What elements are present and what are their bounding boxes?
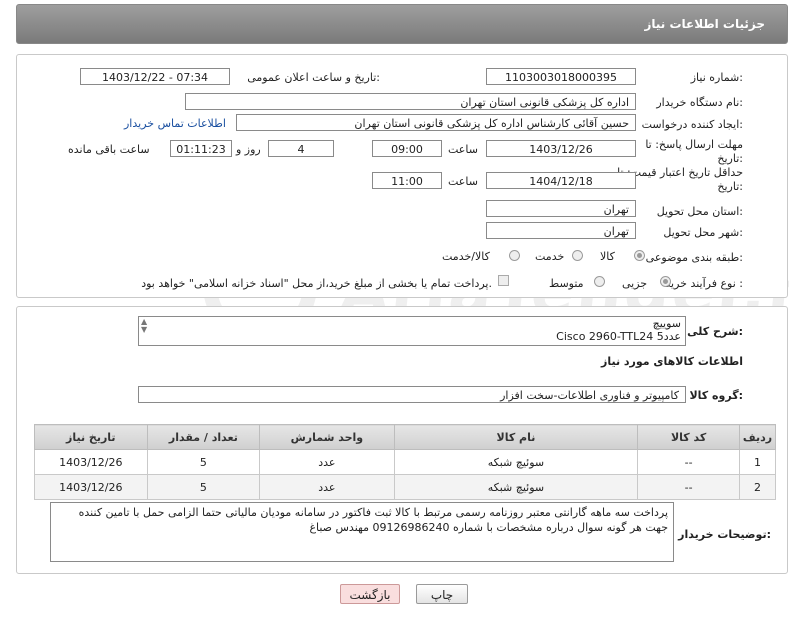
deadline-date-field: 1403/12/26 [486, 140, 636, 157]
col-date-header: تاریخ نیاز [34, 424, 148, 450]
cell-name: سوئیچ شبکه [393, 449, 639, 475]
category-goods-service-label: کالا/خدمت [442, 250, 490, 263]
category-goods-radio[interactable] [634, 250, 645, 261]
category-label: طبقه بندی موضوعی: [645, 251, 743, 264]
price-validity-date-field: 1404/12/18 [486, 172, 636, 189]
treasury-payment-checkbox[interactable] [498, 275, 509, 286]
creator-field: حسین آقائی کارشناس اداره کل پزشکی قانونی… [236, 114, 636, 131]
cell-date: 1403/12/26 [34, 474, 148, 500]
deadline-time-label: ساعت [448, 143, 478, 156]
deadline-time-field: 09:00 [372, 140, 442, 157]
cell-row: 1 [738, 449, 777, 475]
buyer-name-label: نام دستگاه خریدار: [656, 96, 743, 109]
creator-label: ایجاد کننده درخواست: [641, 118, 743, 131]
announce-date-field: 1403/12/22 - 07:34 [80, 68, 230, 85]
goods-section-title: اطلاعات کالاهای مورد نیاز [601, 355, 743, 368]
treasury-payment-note: پرداخت تمام یا بخشی از مبلغ خرید،از محل … [141, 277, 492, 290]
cell-code: -- [637, 474, 740, 500]
buyer-contact-link[interactable]: اطلاعات تماس خریدار [124, 117, 226, 130]
process-medium-label: متوسط [549, 277, 584, 290]
table-row: 1 -- سوئیچ شبکه عدد 5 1403/12/26 [34, 449, 777, 475]
province-field: تهران [486, 200, 636, 217]
buyer-notes-label: توضیحات خریدار: [678, 528, 771, 541]
cell-row: 2 [738, 474, 777, 500]
description-line-2: Cisco 2960-TTL24 عدد5 [556, 330, 681, 343]
col-row-header: ردیف [738, 424, 777, 450]
price-validity-time-label: ساعت [448, 175, 478, 188]
cell-unit: عدد [259, 449, 395, 475]
cell-name: سوئیچ شبکه [393, 474, 639, 500]
category-goods-label: کالا [600, 250, 615, 263]
need-number-label: شماره نیاز: [690, 71, 743, 84]
page-header: جزئیات اطلاعات نیاز [16, 4, 788, 44]
need-number-field: 1103003018000395 [486, 68, 636, 85]
col-name-header: نام کالا [393, 424, 639, 450]
col-unit-header: واحد شمارش [259, 424, 395, 450]
announce-date-label: تاریخ و ساعت اعلان عمومی: [247, 71, 380, 84]
goods-group-field: کامپیوتر و فناوری اطلاعات-سخت افزار [138, 386, 686, 403]
cell-quantity: 5 [146, 449, 261, 475]
city-field: تهران [486, 222, 636, 239]
city-label: شهر محل تحویل: [663, 226, 743, 239]
process-partial-radio[interactable] [660, 276, 671, 287]
description-textarea[interactable]: سوییچ Cisco 2960-TTL24 عدد5 ▲ ▼ [138, 316, 686, 346]
cell-unit: عدد [259, 474, 395, 500]
col-quantity-header: تعداد / مقدار [146, 424, 261, 450]
process-type-label: نوع فرآیند خرید : [665, 277, 743, 290]
description-line-1: سوییچ [652, 317, 681, 330]
remaining-time-field: 01:11:23 [170, 140, 232, 157]
buyer-name-field: اداره کل پزشکی قانونی استان تهران [185, 93, 636, 110]
days-field: 4 [268, 140, 334, 157]
back-button[interactable]: بازگشت [340, 584, 400, 604]
category-goods-service-radio[interactable] [509, 250, 520, 261]
process-partial-label: جزیی [622, 277, 648, 290]
buyer-notes-textarea[interactable]: پرداخت سه ماهه گارانتی معتبر روزنامه رسم… [50, 502, 674, 562]
col-code-header: کد کالا [637, 424, 740, 450]
goods-group-label: گروه کالا: [689, 389, 743, 402]
province-label: استان محل تحویل: [656, 205, 743, 218]
days-label: روز و [236, 143, 261, 156]
table-row: 2 -- سوئیچ شبکه عدد 5 1403/12/26 [34, 474, 777, 500]
table-header-row: ردیف کد کالا نام کالا واحد شمارش تعداد /… [34, 424, 777, 450]
scroll-arrows-icon[interactable]: ▲ ▼ [141, 318, 147, 334]
price-validity-time-field: 11:00 [372, 172, 442, 189]
cell-quantity: 5 [146, 474, 261, 500]
page-title: جزئیات اطلاعات نیاز [644, 17, 765, 31]
goods-table: ردیف کد کالا نام کالا واحد شمارش تعداد /… [34, 424, 777, 500]
category-service-radio[interactable] [572, 250, 583, 261]
remaining-time-label: ساعت باقی مانده [68, 143, 150, 156]
cell-code: -- [637, 449, 740, 475]
category-service-label: خدمت [535, 250, 565, 263]
cell-date: 1403/12/26 [34, 449, 148, 475]
deadline-label: مهلت ارسال پاسخ: تا تاریخ: [645, 138, 743, 165]
print-button[interactable]: چاپ [416, 584, 468, 604]
process-medium-radio[interactable] [594, 276, 605, 287]
